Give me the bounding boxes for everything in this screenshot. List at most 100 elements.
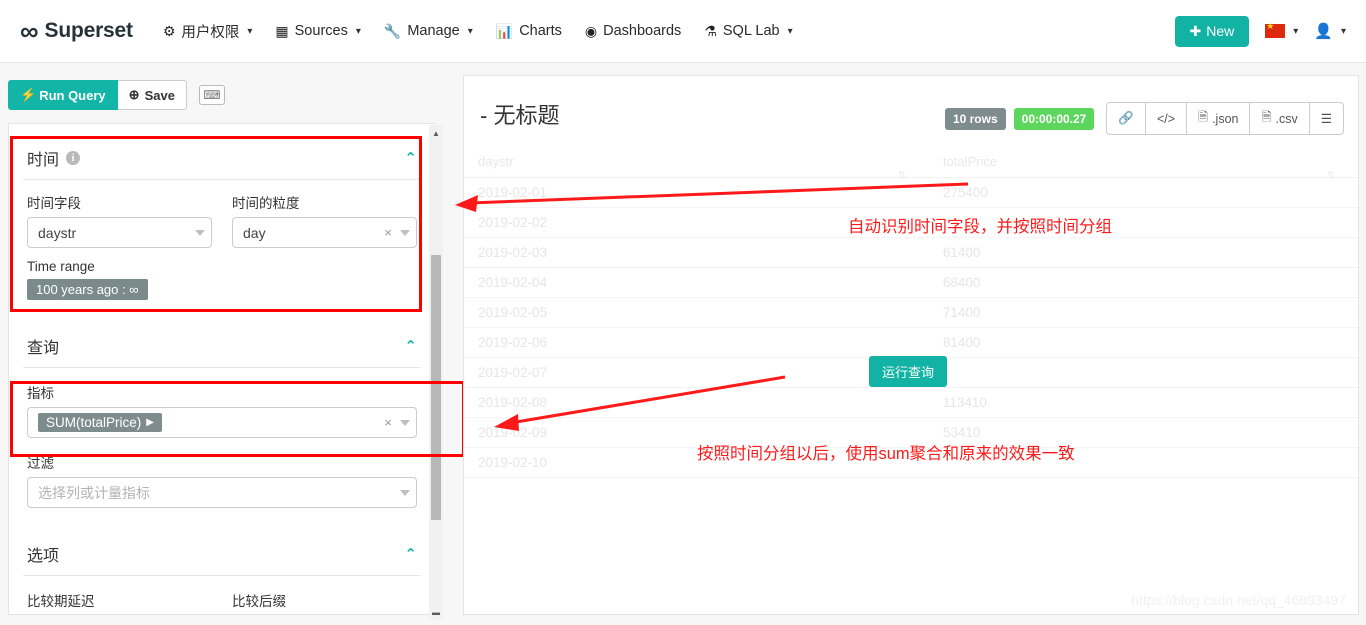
query-toolbar: ⚡ Run Query ⊕ Save ⌨ bbox=[8, 80, 225, 110]
results-panel: - 无标题 10 rows 00:00:00.27 🔗 </> 🗎 .json bbox=[463, 75, 1359, 615]
cell-totalprice: 113410 bbox=[928, 387, 1358, 418]
nav-item-user-permissions[interactable]: ⚙ 用户权限 ▾ bbox=[163, 21, 253, 42]
section-options-header[interactable]: 选项 ⌃ bbox=[23, 530, 421, 576]
nav-label: Sources bbox=[294, 23, 348, 39]
control-panel-scrollbar[interactable]: ▲ ▬ bbox=[429, 125, 443, 620]
chevron-down-icon: ▾ bbox=[1340, 25, 1346, 37]
chevron-down-icon bbox=[400, 229, 410, 236]
watermark: https://blog.csdn.net/qq_46893497 bbox=[1131, 592, 1346, 608]
sort-updown-icon[interactable]: ⇅ bbox=[898, 169, 907, 182]
brand-logo-link[interactable]: ∞ Superset bbox=[20, 18, 133, 44]
column-header-totalprice[interactable]: totalPrice ⇅ bbox=[928, 146, 1358, 182]
chevron-up-icon[interactable]: ⌃ bbox=[404, 149, 417, 167]
time-column-field: 时间字段 daystr bbox=[27, 192, 212, 248]
table-row: 2019-02-01 275400 bbox=[464, 177, 1358, 208]
plus-icon: ✚ bbox=[1189, 22, 1202, 39]
top-navbar: ∞ Superset ⚙ 用户权限 ▾ ▦ Sources ▾ 🔧 Manage… bbox=[0, 0, 1366, 63]
filter-field: 过滤 选择列或计量指标 bbox=[27, 452, 417, 508]
metric-select[interactable]: SUM(totalPrice) ▶ × bbox=[27, 407, 417, 438]
new-button[interactable]: ✚ New bbox=[1174, 15, 1250, 47]
cell-daystr: 2019-02-03 bbox=[464, 237, 929, 268]
cell-totalprice: 81400 bbox=[928, 327, 1358, 358]
user-icon: 👤 bbox=[1314, 23, 1333, 40]
wrench-icon: 🔧 bbox=[383, 22, 402, 39]
chevron-down-icon: ▾ bbox=[1293, 25, 1299, 37]
cell-daystr: 2019-02-01 bbox=[464, 177, 929, 208]
annotation-note-top: 自动识别时间字段，并按照时间分组 bbox=[848, 218, 1112, 236]
new-button-label: New bbox=[1206, 23, 1235, 39]
table-header-row: daystr ⇅ totalPrice ⇅ bbox=[464, 146, 1358, 182]
view-query-button[interactable]: </> bbox=[1144, 102, 1187, 135]
chevron-down-icon: ▾ bbox=[247, 25, 253, 37]
export-csv-button[interactable]: 🗎 .csv bbox=[1249, 102, 1309, 135]
clear-icon[interactable]: × bbox=[384, 225, 392, 240]
section-options-title: 选项 bbox=[27, 548, 60, 565]
info-icon[interactable]: i bbox=[66, 151, 81, 165]
cell-daystr: 2019-02-08 bbox=[464, 387, 929, 418]
sort-updown-icon[interactable]: ⇅ bbox=[1327, 169, 1336, 182]
export-json-button[interactable]: 🗎 .json bbox=[1186, 102, 1250, 135]
export-button-group: 🔗 </> 🗎 .json 🗎 .csv ☰ bbox=[1106, 102, 1344, 135]
more-menu-button[interactable]: ☰ bbox=[1308, 102, 1344, 135]
save-label: Save bbox=[144, 87, 175, 103]
time-column-select[interactable]: daystr bbox=[27, 217, 212, 248]
share-link-button[interactable]: 🔗 bbox=[1106, 102, 1145, 135]
chevron-down-icon bbox=[400, 489, 410, 496]
nav-item-sql-lab[interactable]: ⚗ SQL Lab ▾ bbox=[704, 23, 792, 40]
chart-title[interactable]: - 无标题 bbox=[480, 98, 559, 130]
metric-field-row: 指标 SUM(totalPrice) ▶ × bbox=[23, 382, 421, 438]
table-grid-icon: ▦ bbox=[275, 22, 289, 39]
metric-label: 指标 bbox=[27, 386, 54, 401]
time-range-label: Time range bbox=[27, 259, 95, 274]
dashboard-icon: ◉ bbox=[584, 22, 598, 39]
save-button[interactable]: ⊕ Save bbox=[117, 80, 187, 110]
nav-item-charts[interactable]: 📊 Charts bbox=[496, 23, 562, 40]
user-menu[interactable]: 👤 ▾ bbox=[1314, 22, 1346, 40]
scroll-up-arrow-icon[interactable]: ▲ bbox=[429, 125, 443, 141]
filter-placeholder: 选择列或计量指标 bbox=[38, 484, 150, 501]
column-header-daystr[interactable]: daystr ⇅ bbox=[464, 146, 929, 182]
col-daystr-inner: daystr bbox=[478, 154, 915, 169]
language-selector[interactable]: ▾ bbox=[1265, 21, 1299, 38]
export-csv-label: .csv bbox=[1275, 111, 1298, 126]
section-time-header[interactable]: 时间 i ⌃ bbox=[23, 134, 421, 180]
cell-daystr: 2019-02-07 bbox=[464, 357, 929, 388]
nav-label: Manage bbox=[407, 23, 460, 39]
nav-item-dashboards[interactable]: ◉ Dashboards bbox=[585, 23, 681, 40]
table-row: 2019-02-08 113410 bbox=[464, 387, 1358, 418]
section-time-title-group: 时间 i bbox=[27, 146, 81, 170]
filter-field-row: 过滤 选择列或计量指标 bbox=[23, 452, 421, 508]
chevron-up-icon[interactable]: ⌃ bbox=[404, 337, 417, 355]
chevron-up-icon[interactable]: ⌃ bbox=[404, 545, 417, 563]
time-range-value-pill[interactable]: 100 years ago : ∞ bbox=[27, 279, 148, 300]
time-grain-select[interactable]: day × bbox=[232, 217, 417, 248]
section-query-title: 查询 bbox=[27, 340, 60, 357]
overlay-run-query-button[interactable]: 运行查询 bbox=[869, 356, 948, 387]
nav-item-sources[interactable]: ▦ Sources ▾ bbox=[275, 23, 360, 40]
nav-item-manage[interactable]: 🔧 Manage ▾ bbox=[384, 23, 473, 40]
time-grain-field: 时间的粒度 day × bbox=[232, 192, 417, 248]
metric-value-pill[interactable]: SUM(totalPrice) ▶ bbox=[38, 413, 162, 432]
settings-gear-icon: ⚙ bbox=[162, 22, 176, 39]
run-query-button[interactable]: ⚡ Run Query bbox=[8, 80, 118, 110]
time-grain-label: 时间的粒度 bbox=[232, 196, 300, 211]
time-fields-row: 时间字段 daystr 时间的粒度 day × bbox=[23, 192, 421, 248]
lightning-bolt-icon: ⚡ bbox=[20, 87, 37, 102]
chevron-down-icon: ▾ bbox=[355, 25, 361, 37]
results-table-head: daystr ⇅ totalPrice ⇅ bbox=[464, 146, 1358, 182]
filter-select[interactable]: 选择列或计量指标 bbox=[27, 477, 417, 508]
keyboard-shortcuts-button[interactable]: ⌨ bbox=[198, 85, 225, 105]
comparison-suffix-field: 比较后缀 bbox=[232, 590, 417, 614]
scrollbar-thumb[interactable] bbox=[431, 255, 441, 520]
cell-totalprice: 71400 bbox=[928, 297, 1358, 328]
clear-icon[interactable]: × bbox=[384, 415, 392, 430]
nav-label: Dashboards bbox=[603, 23, 682, 39]
chevron-down-icon: ▾ bbox=[787, 25, 793, 37]
control-panel: 时间 i ⌃ 时间字段 daystr 时间的粒度 day × Time rang… bbox=[8, 123, 436, 615]
chevron-down-icon: ▾ bbox=[467, 25, 473, 37]
cell-totalprice: 61400 bbox=[928, 237, 1358, 268]
scroll-down-arrow-icon[interactable]: ▬ bbox=[429, 604, 443, 620]
plus-circle-icon: ⊕ bbox=[128, 87, 140, 102]
section-query-header[interactable]: 查询 ⌃ bbox=[23, 322, 421, 368]
json-file-icon: 🗎 bbox=[1198, 110, 1209, 124]
